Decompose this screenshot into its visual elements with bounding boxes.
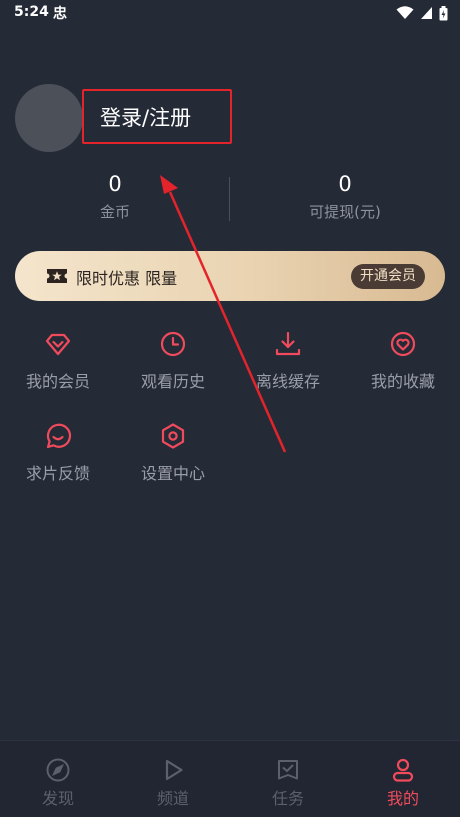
login-register-label: 登录/注册 — [100, 105, 192, 130]
compass-icon — [46, 758, 70, 782]
stats-divider — [229, 177, 230, 221]
withdrawable-stat[interactable]: 0 可提现(元) — [275, 171, 415, 222]
avatar[interactable] — [15, 84, 83, 152]
coins-stat[interactable]: 0 金币 — [45, 171, 185, 222]
nav-label: 任务 — [271, 789, 304, 808]
grid-item-label: 求片反馈 — [25, 464, 90, 483]
nav-tab-channels[interactable]: 频道 — [133, 757, 213, 809]
nav-label: 频道 — [156, 789, 189, 808]
heart-icon — [390, 331, 416, 357]
vip-banner[interactable]: 限时优惠 限量 开通会员 — [15, 251, 445, 301]
user-icon — [392, 758, 414, 782]
nav-tab-tasks[interactable]: 任务 — [248, 757, 328, 809]
login-register-button[interactable]: 登录/注册 — [82, 89, 232, 144]
grid-item-watch-history[interactable]: 观看历史 — [118, 330, 228, 392]
status-time: 5:24 — [14, 4, 49, 20]
grid-item-my-membership[interactable]: 我的会员 — [3, 330, 113, 392]
status-icons — [396, 5, 448, 21]
nav-tab-mine[interactable]: 我的 — [363, 757, 443, 809]
task-checklist-icon — [278, 760, 298, 780]
coins-value: 0 — [108, 172, 122, 196]
grid-item-offline-cache[interactable]: 离线缓存 — [233, 330, 343, 392]
grid-item-request-feedback[interactable]: 求片反馈 — [3, 422, 113, 484]
status-bar: 5:24 忠 — [0, 0, 460, 26]
grid-item-label: 我的收藏 — [370, 372, 435, 391]
ticket-star-icon — [47, 269, 67, 283]
status-app-indicator: 忠 — [53, 6, 67, 22]
battery-icon — [439, 5, 448, 20]
withdrawable-label: 可提现(元) — [309, 203, 381, 221]
download-icon — [275, 331, 301, 356]
grid-item-settings-center[interactable]: 设置中心 — [118, 422, 228, 484]
nav-label: 我的 — [386, 789, 419, 808]
grid-item-label: 观看历史 — [140, 372, 205, 391]
grid-item-my-favorites[interactable]: 我的收藏 — [348, 330, 458, 392]
settings-hexagon-icon — [161, 423, 185, 449]
grid-item-label: 设置中心 — [140, 464, 205, 483]
nav-tab-discover[interactable]: 发现 — [18, 757, 98, 809]
withdrawable-value: 0 — [338, 172, 352, 196]
open-vip-button[interactable]: 开通会员 — [351, 264, 425, 289]
signal-icon — [421, 7, 432, 19]
bottom-nav: 发现 频道 任务 我的 — [0, 740, 460, 817]
diamond-icon — [45, 333, 71, 356]
grid-item-label: 我的会员 — [25, 372, 90, 391]
nav-label: 发现 — [41, 789, 74, 808]
grid-item-label: 离线缓存 — [255, 372, 320, 391]
clock-icon — [160, 331, 186, 357]
chat-bubble-icon — [46, 423, 72, 449]
coins-label: 金币 — [99, 203, 130, 221]
play-icon — [165, 759, 183, 781]
vip-promo-text: 限时优惠 限量 — [76, 269, 178, 288]
wifi-icon — [396, 6, 414, 19]
